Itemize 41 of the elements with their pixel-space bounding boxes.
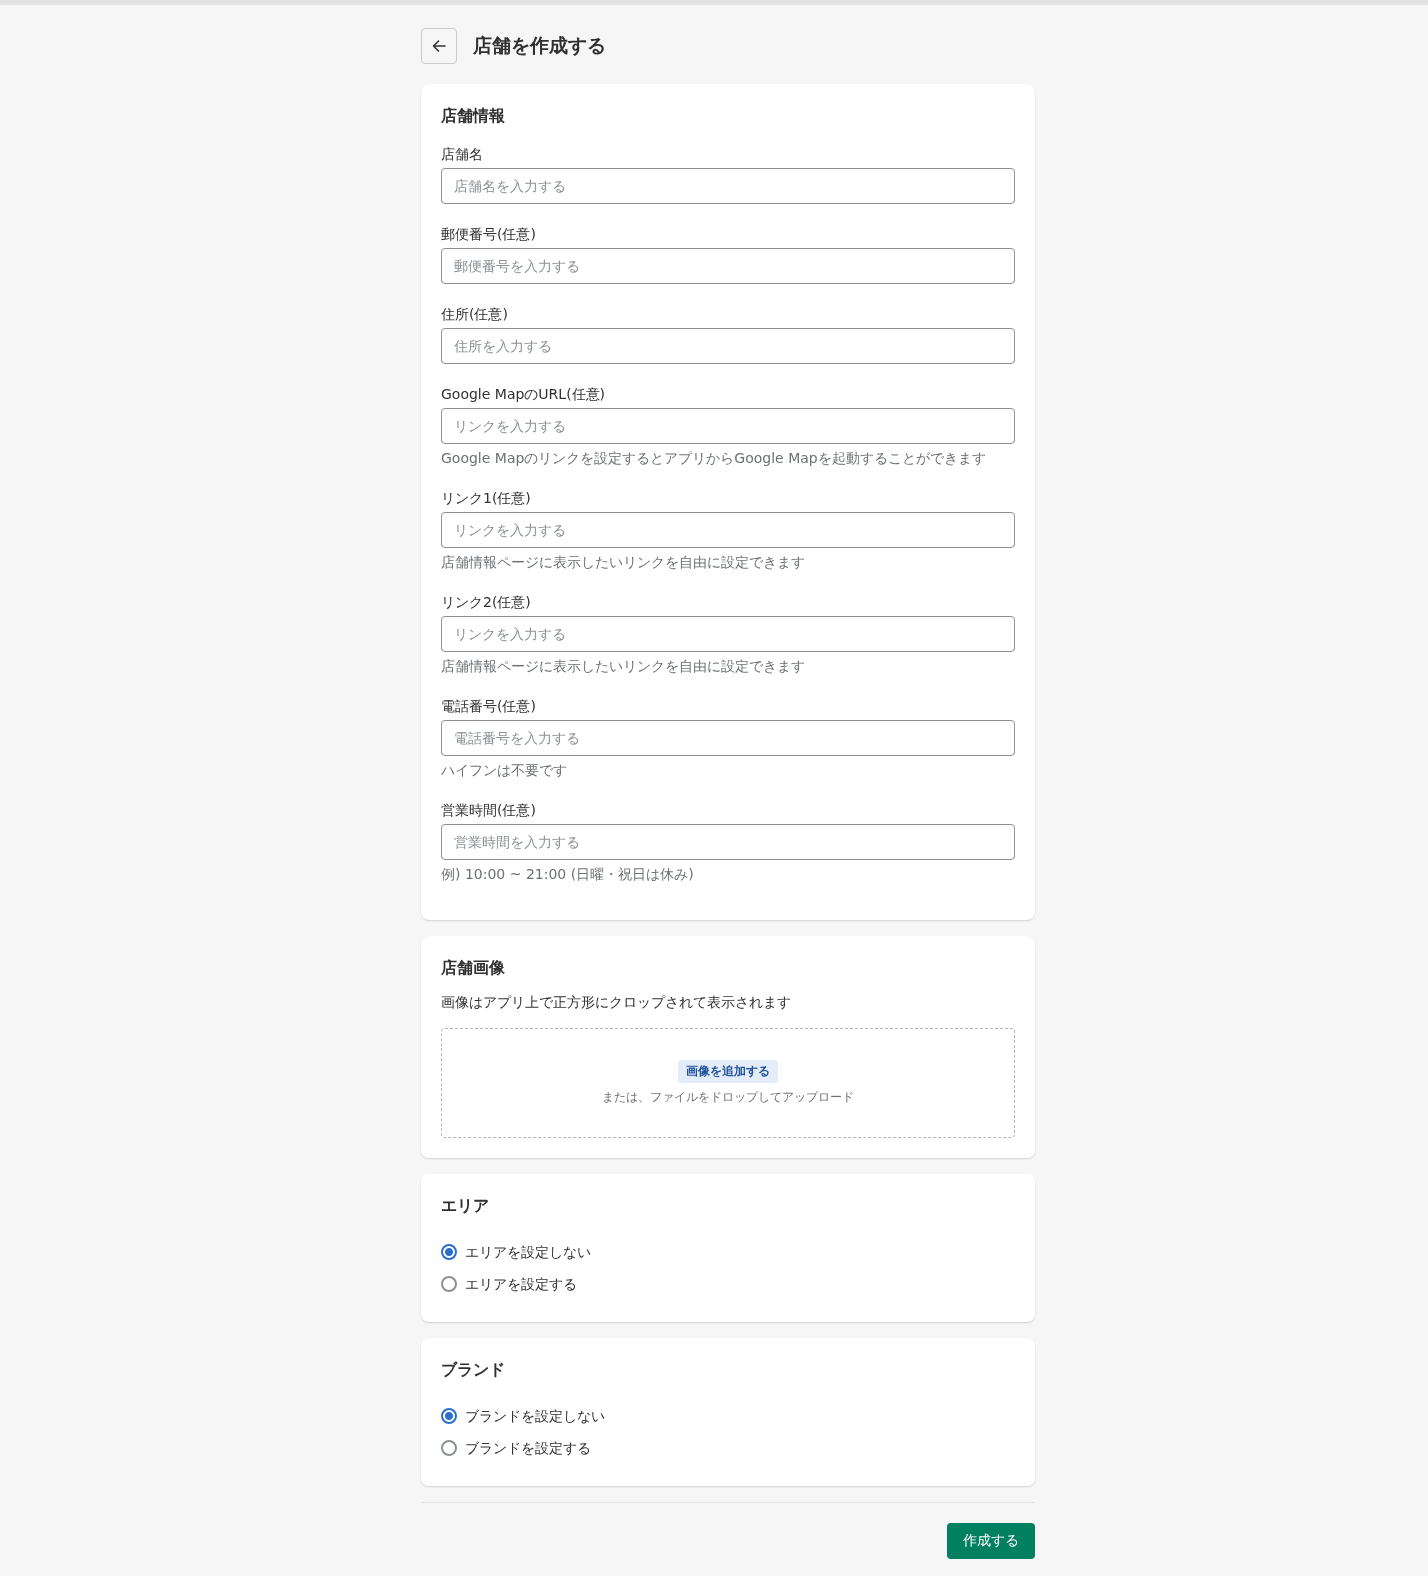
- input-field[interactable]: 住所を入力する: [441, 328, 1015, 364]
- input-field[interactable]: 郵便番号を入力する: [441, 248, 1015, 284]
- radio-button[interactable]: [441, 1244, 457, 1260]
- arrow-left-icon: [431, 38, 447, 54]
- option-label[interactable]: ブランドを設定しない: [465, 1406, 605, 1426]
- section-title: エリア: [441, 1195, 490, 1217]
- section-title: 店舗画像: [441, 957, 506, 979]
- option-label[interactable]: エリアを設定しない: [465, 1242, 591, 1262]
- page-title: 店舗を作成する: [473, 33, 606, 58]
- help-text: 店舗情報ページに表示したいリンクを自由に設定できます: [441, 553, 806, 572]
- help-text: ハイフンは不要です: [441, 761, 568, 780]
- section-title: ブランド: [441, 1359, 506, 1381]
- description-text: 画像はアプリ上で正方形にクロップされて表示されます: [441, 993, 792, 1012]
- help-text: 例) 10:00 ~ 21:00 (日曜・祝日は休み): [441, 865, 695, 884]
- field-label: リンク2(任意): [441, 593, 532, 612]
- field-label: 住所(任意): [441, 305, 509, 324]
- help-text: Google Mapのリンクを設定するとアプリからGoogle Mapを起動することができます: [441, 449, 987, 468]
- field-label: 郵便番号(任意): [441, 225, 537, 244]
- field-label: 電話番号(任意): [441, 697, 537, 716]
- option-label[interactable]: ブランドを設定する: [465, 1438, 591, 1458]
- back-button[interactable]: [421, 28, 457, 64]
- field-label: リンク1(任意): [441, 489, 532, 508]
- radio-button[interactable]: [441, 1440, 457, 1456]
- create-button[interactable]: 作成する: [947, 1523, 1035, 1559]
- input-field[interactable]: リンクを入力する: [441, 408, 1015, 444]
- field-label: Google MapのURL(任意): [441, 385, 607, 404]
- radio-button[interactable]: [441, 1408, 457, 1424]
- option-label[interactable]: エリアを設定する: [465, 1274, 577, 1294]
- input-field[interactable]: リンクを入力する: [441, 512, 1015, 548]
- section-title: 店舗情報: [441, 105, 506, 127]
- drop-hint: または、ファイルをドロップしてアップロード: [602, 1089, 854, 1106]
- input-field[interactable]: リンクを入力する: [441, 616, 1015, 652]
- drop-zone[interactable]: 画像を追加する または、ファイルをドロップしてアップロード: [441, 1028, 1015, 1138]
- add-image-button[interactable]: 画像を追加する: [678, 1060, 778, 1083]
- input-field[interactable]: 営業時間を入力する: [441, 824, 1015, 860]
- field-label: 店舗名: [441, 145, 484, 164]
- input-field[interactable]: 電話番号を入力する: [441, 720, 1015, 756]
- radio-button[interactable]: [441, 1276, 457, 1292]
- input-field[interactable]: 店舗名を入力する: [441, 168, 1015, 204]
- help-text: 店舗情報ページに表示したいリンクを自由に設定できます: [441, 657, 806, 676]
- field-label: 営業時間(任意): [441, 801, 537, 820]
